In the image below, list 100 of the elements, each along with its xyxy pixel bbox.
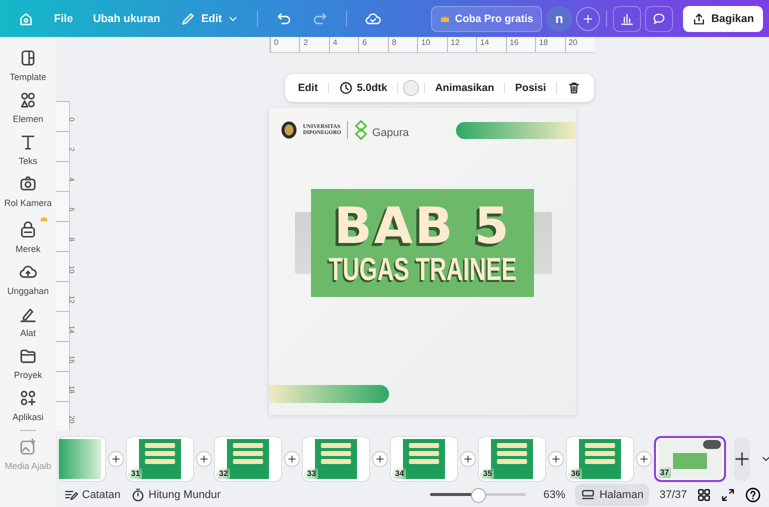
ruler-label: 8: [388, 37, 418, 52]
timer-button[interactable]: Hitung Mundur: [130, 486, 221, 504]
slide-preview: [403, 438, 445, 478]
add-page-button[interactable]: [636, 450, 652, 466]
page-thumbnail[interactable]: 36: [566, 436, 634, 482]
add-collaborator-button[interactable]: [576, 6, 600, 30]
page-thumbnail[interactable]: 35: [478, 436, 546, 482]
page-thumbnail[interactable]: 33: [302, 436, 370, 482]
folder-icon: [19, 347, 37, 365]
ruler-label: 16: [506, 37, 536, 52]
sidebar-item[interactable]: Template: [0, 47, 56, 84]
sidebar-item[interactable]: Proyek: [0, 345, 56, 382]
shapes-icon: [19, 91, 37, 109]
plus-icon: [111, 454, 121, 464]
home-icon: [18, 10, 34, 26]
duration-button[interactable]: 5.0dtk: [334, 78, 392, 98]
ruler-label: 4: [328, 37, 358, 52]
sidebar-item[interactable]: Elemen: [0, 89, 56, 126]
image-sparkle-icon: [19, 438, 37, 456]
page-number: 36: [569, 468, 582, 478]
page-number: 33: [305, 468, 318, 478]
pages-button[interactable]: Halaman: [575, 484, 650, 506]
slide-preview: [579, 438, 621, 478]
insights-button[interactable]: [613, 6, 642, 32]
sidebar-item[interactable]: Teks: [0, 131, 56, 168]
edit-button[interactable]: Edit: [293, 79, 323, 97]
plus-icon: [375, 454, 385, 464]
ruler-label: 20: [564, 37, 594, 52]
sidebar-item[interactable]: Aplikasi: [0, 387, 56, 424]
plus-icon: [582, 12, 594, 24]
text-icon: [19, 133, 37, 151]
slide-preview: [227, 438, 269, 478]
slide-subtitle: TUGAS TRAINEE: [328, 253, 517, 285]
slide-preview: [491, 438, 533, 478]
page-number: 37: [658, 466, 671, 478]
page-number: 34: [393, 468, 406, 478]
slide-preview: [139, 438, 181, 478]
sidebar-item[interactable]: Rol Kamera: [0, 173, 56, 210]
apps-icon: [19, 389, 37, 407]
brand-name: Gapura: [372, 127, 409, 139]
redo-icon: [312, 10, 328, 26]
page-thumbnail[interactable]: 31: [126, 436, 194, 482]
page-thumbnail[interactable]: 32: [214, 436, 282, 482]
animate-button[interactable]: Animasikan: [430, 79, 500, 97]
ruler-label: 2: [299, 37, 329, 52]
sidebar-item[interactable]: Merek: [0, 215, 56, 256]
slider-handle[interactable]: [471, 488, 486, 503]
add-page-button[interactable]: [734, 436, 750, 480]
cloud-check-icon: [364, 10, 381, 26]
plus-icon: [734, 450, 750, 466]
color-swatch[interactable]: [403, 80, 420, 96]
comment-button[interactable]: [645, 6, 674, 32]
crown-icon: [440, 14, 450, 24]
try-pro-button[interactable]: Coba Pro gratis: [431, 6, 542, 32]
page-count: 37/37: [659, 488, 687, 500]
ruler-label: 6: [358, 37, 388, 52]
add-page-button[interactable]: [196, 450, 212, 466]
bar-chart-icon: [620, 12, 634, 26]
share-upload-icon: [692, 12, 706, 26]
pages-icon: [581, 488, 596, 502]
timer-icon: [130, 488, 145, 502]
page-number: 35: [481, 468, 494, 478]
ruler-label: 10: [417, 37, 447, 52]
add-page-button[interactable]: [372, 450, 388, 466]
notes-button[interactable]: Catatan: [64, 486, 121, 504]
plus-icon: [287, 454, 297, 464]
trash-icon: [567, 81, 582, 95]
position-button[interactable]: Posisi: [510, 79, 552, 97]
page-thumbnail[interactable]: [58, 436, 106, 482]
help-button[interactable]: [745, 486, 761, 502]
share-button[interactable]: Bagikan: [683, 6, 763, 32]
expand-icon: [721, 488, 735, 502]
page-number: 31: [129, 468, 142, 478]
page-thumbnail[interactable]: 37: [654, 436, 726, 482]
add-page-button[interactable]: [548, 450, 564, 466]
slide-preview: [658, 438, 722, 478]
pencil-icon: [180, 10, 196, 26]
crest-logo-icon: [281, 121, 297, 139]
add-page-button[interactable]: [460, 450, 476, 466]
sidebar-item[interactable]: Unggahan: [0, 261, 56, 298]
plus-icon: [551, 454, 561, 464]
slide-title: BAB 5: [334, 201, 512, 251]
plus-icon: [639, 454, 649, 464]
ruler-label: 0: [270, 37, 300, 52]
layout-icon: [19, 49, 37, 67]
add-page-button[interactable]: [108, 450, 124, 466]
ruler-label: 18: [535, 37, 565, 52]
fullscreen-button[interactable]: [721, 488, 735, 502]
add-page-button[interactable]: [284, 450, 300, 466]
undo-icon: [276, 10, 292, 26]
grid-icon: [697, 488, 711, 502]
page-thumbnail[interactable]: 34: [390, 436, 458, 482]
cloud-upload-icon: [19, 263, 37, 281]
camera-icon: [19, 175, 37, 193]
speech-bubble-icon: [652, 12, 666, 26]
plus-icon: [199, 454, 209, 464]
user-avatar[interactable]: n: [546, 6, 572, 32]
grid-view-button[interactable]: [697, 488, 711, 502]
ruler-label: 14: [476, 37, 506, 52]
sidebar-item[interactable]: Alat: [0, 303, 56, 340]
